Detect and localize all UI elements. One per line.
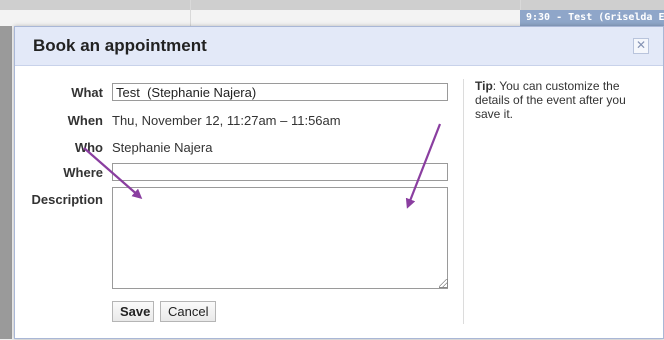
calendar-left-strip (0, 26, 12, 339)
what-input[interactable] (112, 83, 448, 101)
when-label: When (67, 113, 103, 128)
cancel-button[interactable]: Cancel (160, 301, 216, 322)
dialog-title: Book an appointment (33, 36, 207, 55)
when-value: Thu, November 12, 11:27am – 11:56am (112, 113, 341, 128)
tip-prefix: Tip (475, 79, 493, 93)
where-label: Where (63, 165, 103, 180)
description-label: Description (31, 192, 103, 207)
resize-grip-icon[interactable] (439, 279, 448, 288)
tip-text: Tip: You can customize the details of th… (475, 79, 645, 121)
dialog-header: Book an appointment ✕ (15, 27, 663, 66)
close-icon[interactable]: ✕ (633, 38, 649, 54)
dialog-divider (463, 79, 464, 324)
description-textarea[interactable] (112, 187, 448, 289)
appointment-dialog: Book an appointment ✕ What When Thu, Nov… (14, 26, 664, 339)
what-label: What (71, 85, 103, 100)
appointment-form: What When Thu, November 12, 11:27am – 11… (15, 65, 463, 340)
who-label: Who (74, 140, 103, 155)
who-value: Stephanie Najera (112, 140, 213, 155)
calendar-top-band (0, 0, 664, 10)
save-button[interactable]: Save (112, 301, 154, 322)
calendar-event[interactable]: 9:30 - Test (Griselda Esparza (520, 10, 664, 26)
where-input[interactable] (112, 163, 448, 181)
tip-body: : You can customize the details of the e… (475, 79, 626, 121)
